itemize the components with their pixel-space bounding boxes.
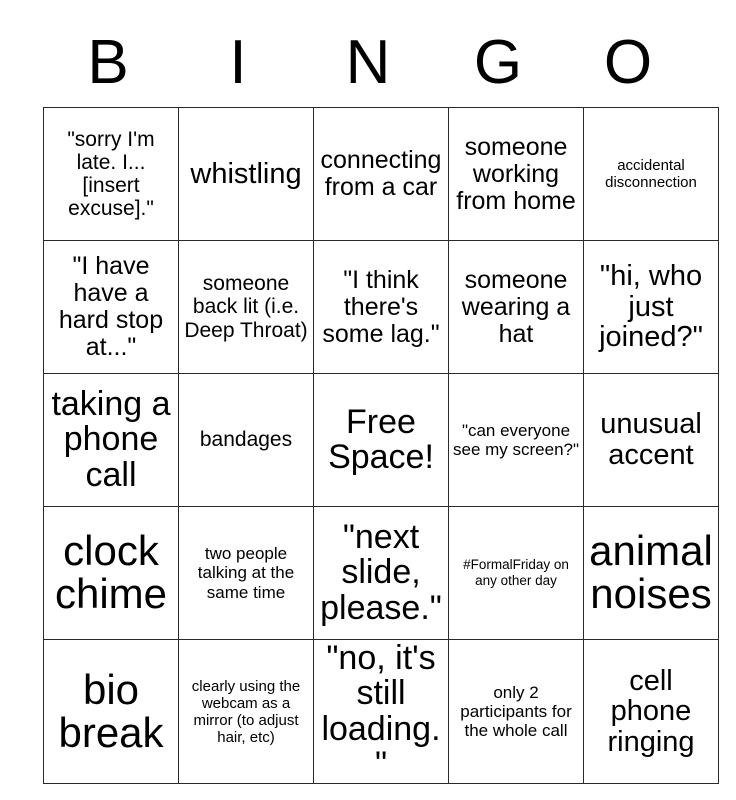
bingo-cell-text: clock chime: [54, 527, 168, 617]
bingo-cell-text: someone back lit (i.e. Deep Throat): [184, 272, 308, 342]
bingo-cell-text: clearly using the webcam as a mirror (to…: [191, 677, 301, 746]
bingo-cell-g1[interactable]: someone working from home: [448, 107, 584, 241]
bingo-cell-i3[interactable]: bandages: [178, 373, 314, 507]
header-letter-i: I: [229, 27, 247, 97]
bingo-cell-n2[interactable]: "I think there's some lag.": [313, 240, 449, 374]
bingo-grid: "sorry I'm late. I... [insert excuse]." …: [43, 107, 719, 785]
bingo-cell-text: Free Space!: [328, 402, 434, 476]
bingo-cell-text: "I have have a hard stop at...": [58, 252, 164, 361]
bingo-cell-o4[interactable]: animal noises: [583, 506, 719, 640]
bingo-row: clock chime two people talking at the sa…: [43, 506, 719, 640]
header-letter-o: O: [603, 27, 653, 97]
bingo-cell-g2[interactable]: someone wearing a hat: [448, 240, 584, 374]
bingo-cell-n1[interactable]: connecting from a car: [313, 107, 449, 241]
bingo-cell-text: "I think there's some lag.": [322, 265, 440, 348]
bingo-cell-text: "hi, who just joined?": [599, 259, 703, 354]
bingo-row: bio break clearly using the webcam as a …: [43, 638, 719, 785]
bingo-row: taking a phone call bandages Free Space!…: [43, 373, 719, 507]
bingo-cell-text: #FormalFriday on any other day: [463, 557, 569, 588]
bingo-cell-text: animal noises: [589, 527, 713, 617]
bingo-cell-n4[interactable]: "next slide, please.": [313, 506, 449, 640]
bingo-cell-i1[interactable]: whistling: [178, 107, 314, 241]
header-letter-g: G: [473, 27, 523, 97]
bingo-cell-text: bandages: [199, 428, 293, 452]
bingo-cell-b3[interactable]: taking a phone call: [43, 373, 179, 507]
bingo-cell-free-space[interactable]: Free Space!: [313, 373, 449, 507]
bingo-cell-text: "sorry I'm late. I... [insert excuse].": [67, 127, 155, 221]
bingo-card: B I N G O "sorry I'm late. I... [insert …: [43, 18, 719, 785]
bingo-cell-i4[interactable]: two people talking at the same time: [178, 506, 314, 640]
bingo-cell-b4[interactable]: clock chime: [43, 506, 179, 640]
bingo-cell-text: accidental disconnection: [605, 156, 697, 191]
bingo-cell-text: "can everyone see my screen?": [452, 420, 580, 459]
bingo-cell-text: connecting from a car: [320, 146, 442, 201]
bingo-cell-g4[interactable]: #FormalFriday on any other day: [448, 506, 584, 640]
bingo-cell-text: someone wearing a hat: [461, 265, 571, 348]
bingo-row: "I have have a hard stop at..." someone …: [43, 240, 719, 374]
bingo-cell-o3[interactable]: unusual accent: [583, 373, 719, 507]
bingo-cell-g3[interactable]: "can everyone see my screen?": [448, 373, 584, 507]
bingo-cell-text: unusual accent: [600, 408, 702, 471]
bingo-header: B I N G O: [43, 18, 693, 107]
bingo-cell-text: someone working from home: [456, 132, 576, 215]
bingo-cell-text: only 2 participants for the whole call: [460, 683, 572, 741]
header-letter-b: B: [87, 27, 129, 97]
bingo-cell-text: taking a phone call: [51, 384, 171, 494]
bingo-cell-i5[interactable]: clearly using the webcam as a mirror (to…: [178, 638, 314, 785]
bingo-cell-n5[interactable]: "no, it's still loading.": [313, 638, 449, 785]
bingo-cell-b5[interactable]: bio break: [43, 638, 179, 785]
bingo-cell-text: "next slide, please.": [320, 517, 442, 627]
bingo-cell-text: "no, it's still loading.": [321, 639, 441, 784]
bingo-row: "sorry I'm late. I... [insert excuse]." …: [43, 107, 719, 241]
bingo-cell-text: two people talking at the same time: [197, 544, 295, 602]
bingo-cell-o1[interactable]: accidental disconnection: [583, 107, 719, 241]
bingo-cell-g5[interactable]: only 2 participants for the whole call: [448, 638, 584, 785]
bingo-cell-text: bio break: [58, 665, 164, 756]
bingo-cell-b1[interactable]: "sorry I'm late. I... [insert excuse].": [43, 107, 179, 241]
bingo-cell-o2[interactable]: "hi, who just joined?": [583, 240, 719, 374]
bingo-cell-text: cell phone ringing: [607, 664, 695, 759]
header-letter-n: N: [345, 27, 391, 97]
bingo-cell-i2[interactable]: someone back lit (i.e. Deep Throat): [178, 240, 314, 374]
bingo-cell-text: whistling: [190, 157, 302, 190]
bingo-cell-o5[interactable]: cell phone ringing: [583, 638, 719, 785]
bingo-cell-b2[interactable]: "I have have a hard stop at...": [43, 240, 179, 374]
